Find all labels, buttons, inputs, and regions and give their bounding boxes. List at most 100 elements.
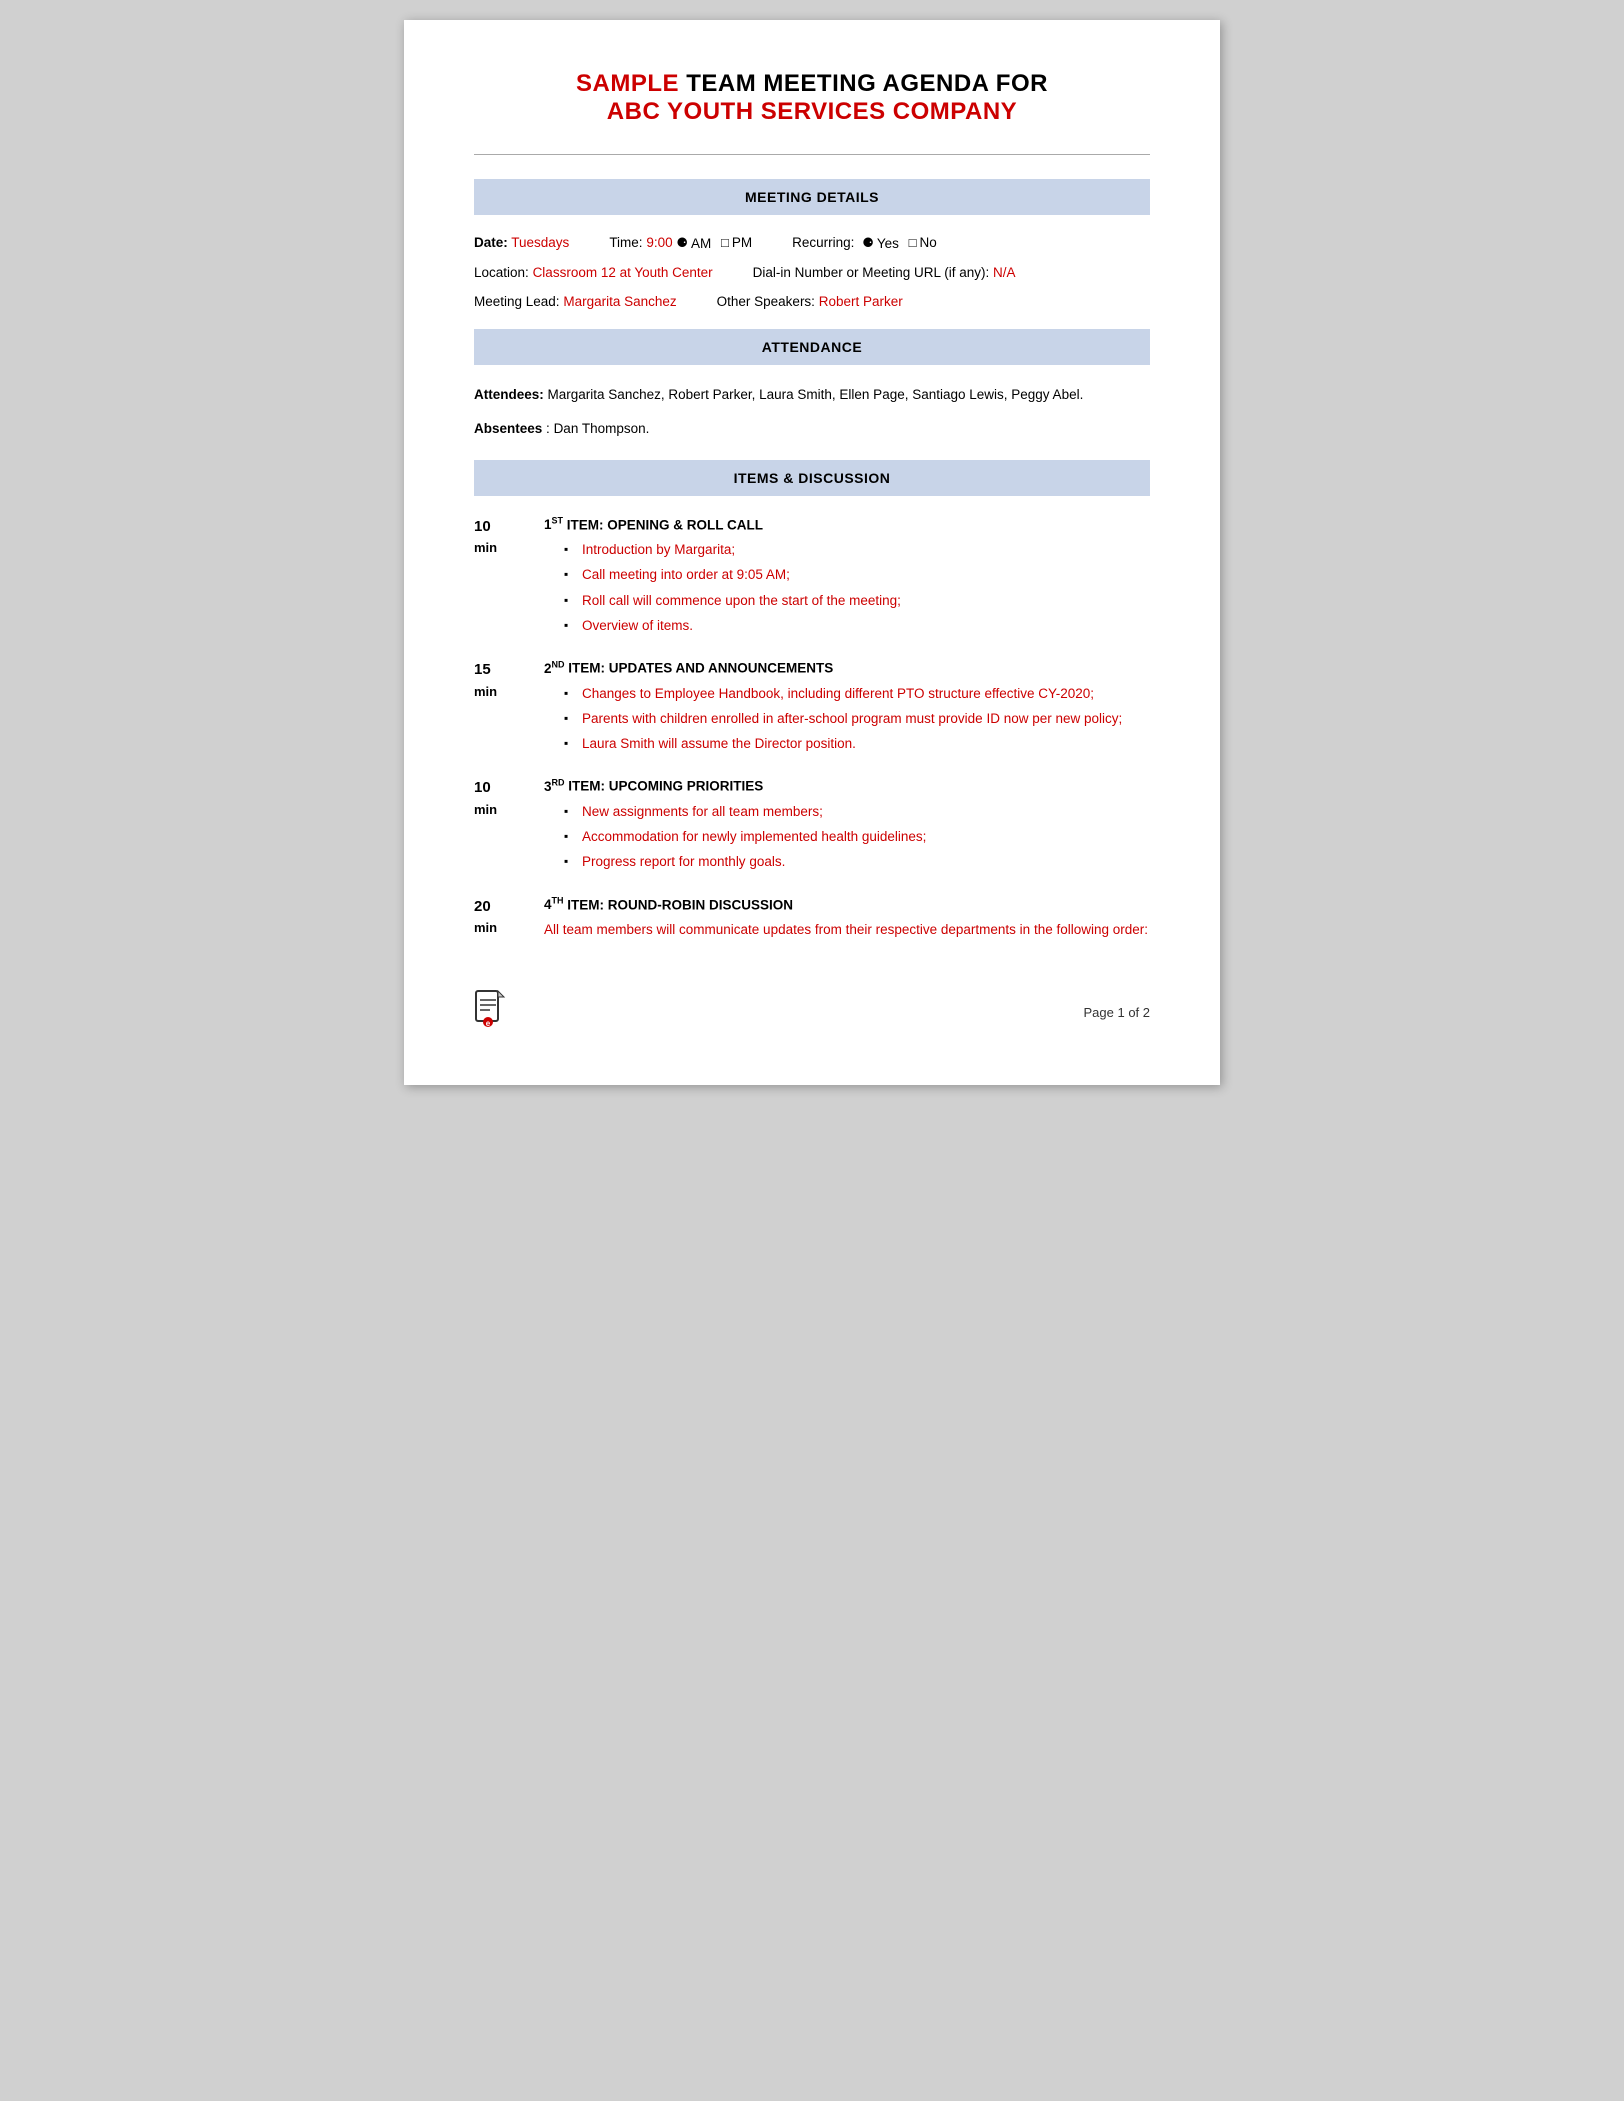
item-sup-2: ND: [552, 659, 565, 669]
bullet-list-1: Introduction by Margarita; Call meeting …: [544, 540, 1150, 636]
pm-label: PM: [732, 235, 752, 250]
title-block: SAMPLE TEAM MEETING AGENDA FOR ABC YOUTH…: [474, 70, 1150, 126]
details-row-1: Date: Tuesdays Time: 9:00 ⚈ AM □ PM Recu…: [474, 235, 1150, 251]
time-value: 9:00: [646, 235, 672, 250]
time-col-1: 10 min: [474, 516, 544, 642]
bullet-list-3: New assignments for all team members; Ac…: [544, 802, 1150, 873]
date-label: Date:: [474, 235, 508, 250]
footer-page: Page 1 of 2: [1084, 1005, 1151, 1020]
pm-check-sym: □: [721, 235, 729, 250]
attendees-label: Attendees:: [474, 387, 544, 402]
time-unit-1: min: [474, 538, 544, 558]
pm-checkbox: □ PM: [721, 235, 752, 250]
dialin-label: Dial-in Number or Meeting URL (if any):: [753, 265, 990, 280]
absentees-colon: :: [546, 421, 554, 436]
location-segment: Location: Classroom 12 at Youth Center: [474, 265, 713, 280]
item-content-2: 2ND ITEM: UPDATES AND ANNOUNCEMENTS Chan…: [544, 659, 1150, 759]
item-ordinal-3: 3RD: [544, 779, 565, 794]
bullet-3-3: Progress report for monthly goals.: [564, 852, 1150, 872]
lead-value: Margarita Sanchez: [563, 294, 676, 309]
time-num-4: 20: [474, 896, 544, 919]
absentees-label: Absentees: [474, 421, 542, 436]
recurring-no: □ No: [909, 235, 937, 250]
item-sup-3: RD: [552, 777, 565, 787]
item-heading-4: 4TH ITEM: ROUND-ROBIN DISCUSSION: [544, 896, 1150, 913]
agenda-item-1: 10 min 1ST ITEM: OPENING & ROLL CALL Int…: [474, 516, 1150, 642]
attendees-row: Attendees: Margarita Sanchez, Robert Par…: [474, 385, 1150, 405]
dialin-segment: Dial-in Number or Meeting URL (if any): …: [753, 265, 1016, 280]
yes-label: Yes: [877, 236, 899, 251]
item-title-3: ITEM: UPCOMING PRIORITIES: [568, 779, 763, 794]
lead-label: Meeting Lead:: [474, 294, 560, 309]
item-sup-1: ST: [552, 516, 564, 526]
bullet-list-2: Changes to Employee Handbook, including …: [544, 684, 1150, 755]
agenda-item-3: 10 min 3RD ITEM: UPCOMING PRIORITIES New…: [474, 777, 1150, 877]
title-rest: TEAM MEETING AGENDA FOR: [686, 70, 1048, 97]
time-col-3: 10 min: [474, 777, 544, 877]
time-col-4: 20 min: [474, 896, 544, 941]
speakers-segment: Other Speakers: Robert Parker: [717, 294, 903, 309]
date-segment: Date: Tuesdays: [474, 235, 569, 250]
time-num-2: 15: [474, 659, 544, 682]
speakers-value: Robert Parker: [819, 294, 903, 309]
am-checkbox: ⚈ AM: [676, 235, 711, 251]
footer: e Page 1 of 2: [474, 980, 1150, 1035]
am-label: AM: [691, 236, 711, 251]
agenda-item-4: 20 min 4TH ITEM: ROUND-ROBIN DISCUSSION …: [474, 896, 1150, 941]
document-page: SAMPLE TEAM MEETING AGENDA FOR ABC YOUTH…: [404, 20, 1220, 1085]
absentees-row: Absentees : Dan Thompson.: [474, 419, 1150, 439]
time-col-2: 15 min: [474, 659, 544, 759]
details-row-3: Meeting Lead: Margarita Sanchez Other Sp…: [474, 294, 1150, 309]
time-num-3: 10: [474, 777, 544, 800]
title-line2: ABC YOUTH SERVICES COMPANY: [474, 98, 1150, 126]
item-content-3: 3RD ITEM: UPCOMING PRIORITIES New assign…: [544, 777, 1150, 877]
item-ordinal-2: 2ND: [544, 661, 565, 676]
divider-top: [474, 154, 1150, 155]
bullet-1-1: Introduction by Margarita;: [564, 540, 1150, 560]
bullet-2-3: Laura Smith will assume the Director pos…: [564, 734, 1150, 754]
title-sample: SAMPLE: [576, 70, 679, 97]
item-ordinal-4: 4TH: [544, 897, 564, 912]
meeting-details-header: MEETING DETAILS: [474, 179, 1150, 215]
time-num-1: 10: [474, 516, 544, 539]
bullet-3-2: Accommodation for newly implemented heal…: [564, 827, 1150, 847]
attendance-header: ATTENDANCE: [474, 329, 1150, 365]
item-title-2: ITEM: UPDATES AND ANNOUNCEMENTS: [568, 661, 833, 676]
yes-check-sym: ⚈: [862, 235, 874, 251]
no-check-sym: □: [909, 235, 917, 250]
attendance-block: Attendees: Margarita Sanchez, Robert Par…: [474, 385, 1150, 440]
location-label: Location:: [474, 265, 529, 280]
time-unit-3: min: [474, 800, 544, 820]
agenda-item-2: 15 min 2ND ITEM: UPDATES AND ANNOUNCEMEN…: [474, 659, 1150, 759]
time-segment: Time: 9:00 ⚈ AM □ PM: [609, 235, 752, 251]
bullet-2-2: Parents with children enrolled in after-…: [564, 709, 1150, 729]
items-block: 10 min 1ST ITEM: OPENING & ROLL CALL Int…: [474, 516, 1150, 941]
item-heading-2: 2ND ITEM: UPDATES AND ANNOUNCEMENTS: [544, 659, 1150, 676]
lead-segment: Meeting Lead: Margarita Sanchez: [474, 294, 677, 309]
time-unit-4: min: [474, 918, 544, 938]
bullet-2-1: Changes to Employee Handbook, including …: [564, 684, 1150, 704]
dialin-value: N/A: [993, 265, 1016, 280]
meeting-details-block: Date: Tuesdays Time: 9:00 ⚈ AM □ PM Recu…: [474, 235, 1150, 309]
recurring-segment: Recurring: ⚈ Yes □ No: [792, 235, 937, 251]
bullet-1-2: Call meeting into order at 9:05 AM;: [564, 565, 1150, 585]
location-value: Classroom 12 at Youth Center: [533, 265, 713, 280]
details-row-2: Location: Classroom 12 at Youth Center D…: [474, 265, 1150, 280]
date-value: Tuesdays: [511, 235, 569, 250]
svg-text:e: e: [486, 1019, 491, 1028]
title-line1: SAMPLE TEAM MEETING AGENDA FOR: [474, 70, 1150, 98]
items-header: ITEMS & DISCUSSION: [474, 460, 1150, 496]
recurring-label: Recurring:: [792, 235, 854, 250]
attendees-value: Margarita Sanchez, Robert Parker, Laura …: [548, 387, 1084, 402]
recurring-yes: ⚈ Yes: [862, 235, 899, 251]
item-heading-1: 1ST ITEM: OPENING & ROLL CALL: [544, 516, 1150, 533]
doc-icon: e: [474, 990, 506, 1035]
time-unit-2: min: [474, 682, 544, 702]
speakers-label: Other Speakers:: [717, 294, 815, 309]
item-sup-4: TH: [552, 896, 564, 906]
time-label: Time:: [609, 235, 642, 250]
bullet-1-4: Overview of items.: [564, 616, 1150, 636]
no-label: No: [920, 235, 937, 250]
item-title-4: ITEM: ROUND-ROBIN DISCUSSION: [567, 897, 793, 912]
item-content-1: 1ST ITEM: OPENING & ROLL CALL Introducti…: [544, 516, 1150, 642]
